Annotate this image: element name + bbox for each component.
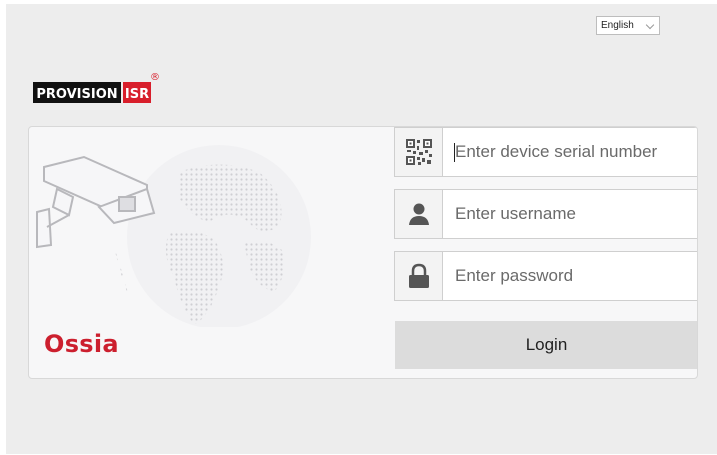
language-select[interactable]: English bbox=[596, 16, 660, 35]
username-input[interactable] bbox=[443, 190, 695, 238]
serial-number-input[interactable] bbox=[443, 128, 695, 176]
text-caret bbox=[454, 143, 455, 162]
password-input[interactable] bbox=[443, 252, 695, 300]
svg-text:ISR: ISR bbox=[125, 87, 149, 102]
chevron-down-icon bbox=[645, 20, 655, 30]
language-select-value: English bbox=[601, 20, 634, 31]
provision-isr-logo: PROVISION ISR ® bbox=[33, 72, 160, 103]
login-button[interactable]: Login bbox=[395, 321, 697, 369]
svg-text:PROVISION: PROVISION bbox=[36, 87, 117, 102]
brand-name: Ossia bbox=[44, 330, 119, 358]
password-field[interactable] bbox=[394, 251, 697, 301]
svg-text:®: ® bbox=[150, 72, 160, 83]
user-icon bbox=[395, 190, 443, 238]
serial-number-field[interactable] bbox=[394, 127, 697, 177]
username-field[interactable] bbox=[394, 189, 697, 239]
login-card: Ossia Enter device serial number Enter u… bbox=[28, 126, 698, 379]
camera-globe-illustration bbox=[36, 145, 311, 327]
qr-code-icon bbox=[395, 128, 443, 176]
lock-icon bbox=[395, 252, 443, 300]
